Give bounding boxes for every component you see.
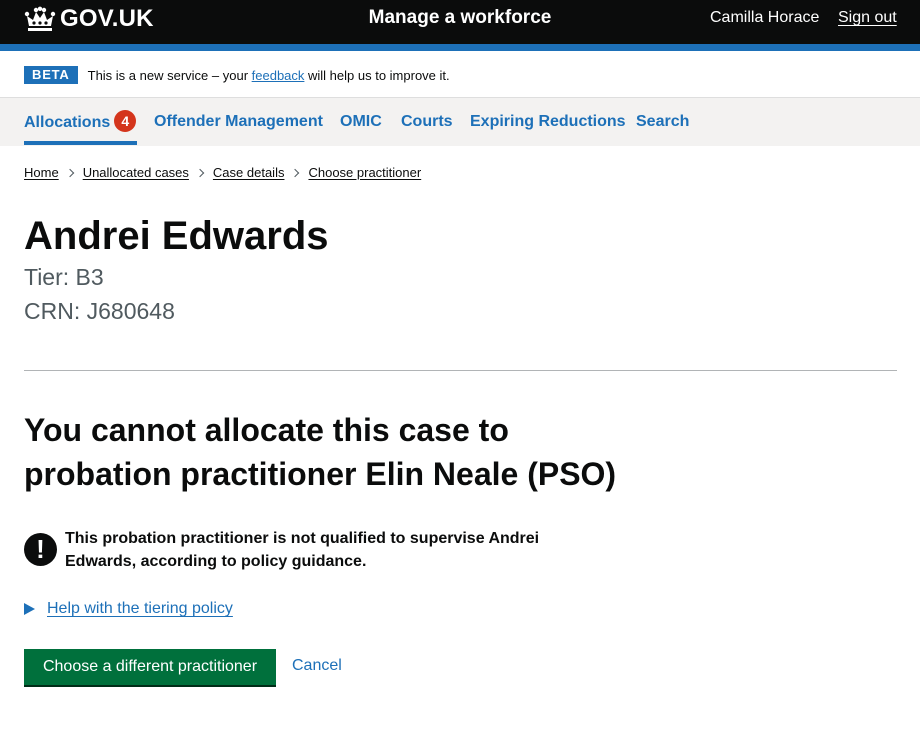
- nav-item-search[interactable]: Search: [636, 113, 689, 131]
- nav-item-allocations[interactable]: Allocations 4: [24, 110, 137, 132]
- sign-out-link[interactable]: Sign out: [838, 9, 897, 27]
- breadcrumb-case-details[interactable]: Case details: [213, 165, 285, 180]
- nav-active-indicator: [24, 141, 137, 145]
- nav-item-omic[interactable]: OMIC: [340, 113, 382, 131]
- primary-nav: Allocations 4 Offender Management OMIC Co…: [0, 98, 920, 146]
- page-title: You cannot allocate this case to probati…: [24, 412, 617, 492]
- chevron-right-icon: [291, 168, 300, 177]
- crown-icon: [24, 6, 56, 31]
- phase-banner-text: This is a new service – your feedback wi…: [88, 68, 450, 83]
- chevron-right-icon: [195, 168, 205, 177]
- tier-caption: Tier: B3: [24, 264, 104, 290]
- nav-allocations-label: Allocations: [24, 114, 111, 131]
- user-name: Camilla Horace: [710, 9, 820, 26]
- crn-caption: CRN: J680648: [24, 298, 175, 324]
- feedback-link[interactable]: feedback: [252, 68, 305, 83]
- phase-text-before: This is a new service – your: [87, 67, 252, 83]
- nav-item-offender-management[interactable]: Offender Management: [154, 113, 323, 131]
- chevron-right-icon: [65, 168, 74, 177]
- person-name-heading: Andrei Edwards: [24, 214, 329, 258]
- nav-item-expiring-reductions[interactable]: Expiring Reductions: [470, 113, 626, 131]
- service-name[interactable]: Manage a workforce: [369, 7, 552, 28]
- logo-text: GOV.UK: [60, 5, 154, 32]
- header-blue-bar: [0, 44, 920, 51]
- breadcrumb: Home Unallocated cases Case details Choo…: [24, 165, 421, 180]
- phase-banner: BETA This is a new service – your feedba…: [24, 66, 450, 84]
- nav-item-courts[interactable]: Courts: [401, 113, 453, 131]
- govuk-logo[interactable]: GOV.UK: [24, 5, 154, 32]
- phase-text-after: will help us to improve it.: [304, 67, 450, 83]
- breadcrumb-unallocated-cases[interactable]: Unallocated cases: [83, 165, 189, 180]
- cancel-link[interactable]: Cancel: [292, 657, 342, 675]
- breadcrumb-choose-practitioner[interactable]: Choose practitioner: [308, 165, 421, 180]
- site-header: GOV.UK Manage a workforce Camilla Horace…: [0, 0, 920, 44]
- choose-different-practitioner-button[interactable]: Choose a different practitioner: [24, 649, 276, 685]
- allocations-count-badge: 4: [114, 110, 137, 132]
- beta-tag: BETA: [24, 66, 78, 84]
- warning-message: This probation practitioner is not quali…: [65, 530, 540, 570]
- breadcrumb-home[interactable]: Home: [24, 165, 59, 180]
- warning-text-block: ! This probation practitioner is not qua…: [24, 527, 565, 573]
- triangle-right-icon: [24, 603, 35, 615]
- tiering-policy-details[interactable]: Help with the tiering policy: [24, 600, 233, 618]
- details-summary-text: Help with the tiering policy: [47, 600, 233, 617]
- section-divider: [24, 370, 897, 371]
- warning-icon: !: [24, 533, 57, 566]
